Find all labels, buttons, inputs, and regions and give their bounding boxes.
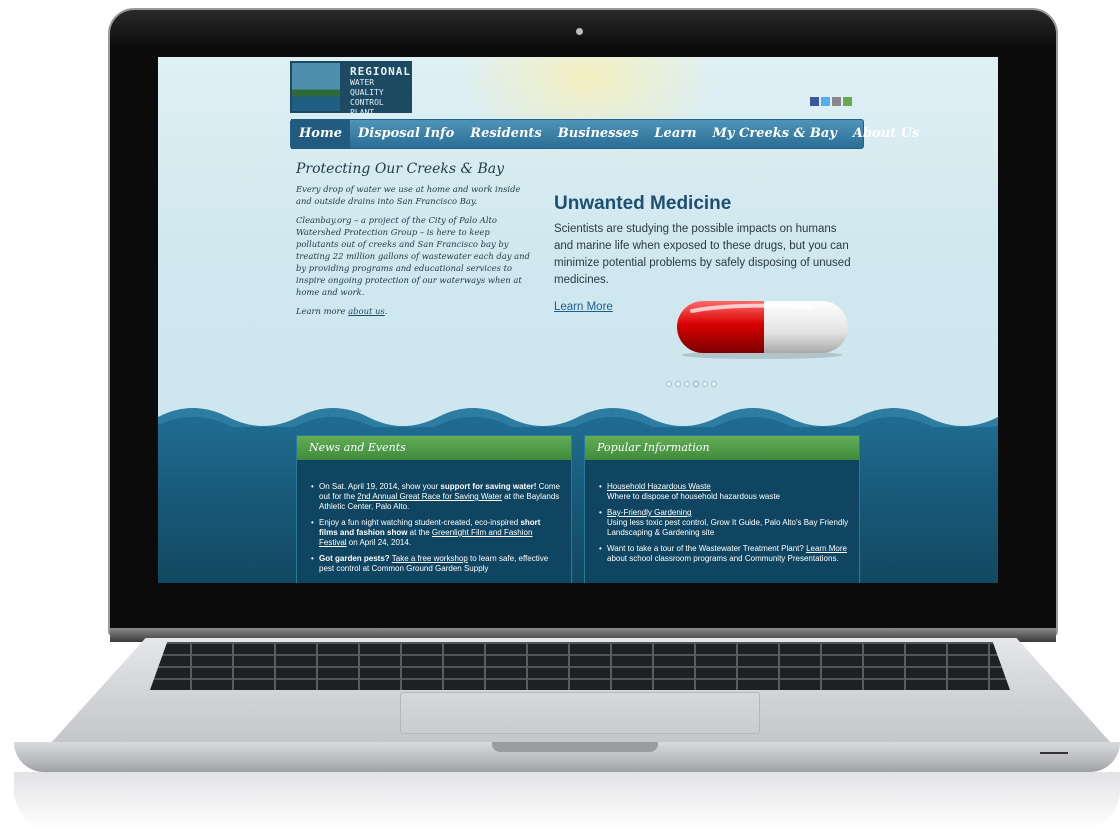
laptop-reflection xyxy=(14,772,1120,830)
slide-dot[interactable] xyxy=(684,381,690,387)
news-item: Enjoy a fun night watching student-creat… xyxy=(311,518,561,548)
news-item: On Sat. April 19, 2014, show your suppor… xyxy=(311,482,561,512)
bay-friendly-gardening-link[interactable]: Bay-Friendly Gardening xyxy=(607,508,691,517)
news-list: On Sat. April 19, 2014, show your suppor… xyxy=(297,460,571,574)
news-bold: support for saving water! xyxy=(440,482,537,491)
webcam xyxy=(576,28,583,35)
news-text: at the xyxy=(407,528,432,537)
popular-text: Where to dispose of household hazardous … xyxy=(607,492,780,501)
intro-learn-more: Learn more about us. xyxy=(296,305,532,317)
news-panel-title: News and Events xyxy=(297,436,571,460)
logo-line-2: WATER QUALITY xyxy=(350,78,384,97)
popular-text: Want to take a tour of the Wastewater Tr… xyxy=(607,544,807,553)
news-text: On Sat. April 19, 2014, show your xyxy=(319,482,441,491)
popular-text: about school classroom programs and Comm… xyxy=(607,554,839,563)
logo-line-1: REGIONAL xyxy=(350,65,411,78)
nav-my-creeks-bay[interactable]: My Creeks & Bay xyxy=(705,119,845,149)
nav-residents[interactable]: Residents xyxy=(462,119,549,149)
tour-learn-more-link[interactable]: Learn More xyxy=(806,544,847,553)
social-links xyxy=(810,97,852,106)
email-icon[interactable] xyxy=(832,97,841,106)
facebook-icon[interactable] xyxy=(810,97,819,106)
intro-paragraph-2: Cleanbay.org – a project of the City of … xyxy=(296,215,530,297)
nav-about-us[interactable]: About Us xyxy=(845,119,928,149)
nav-businesses[interactable]: Businesses xyxy=(550,119,647,149)
popular-text: Using less toxic pest control, Grow It G… xyxy=(607,518,849,537)
intro-paragraph-1: Every drop of water we use at home and w… xyxy=(296,184,521,206)
sleep-indicator xyxy=(1040,752,1068,754)
learn-more-suffix: . xyxy=(384,306,388,316)
trackpad xyxy=(400,692,760,734)
popular-information-panel: Popular Information Household Hazardous … xyxy=(584,435,860,583)
lower-section xyxy=(158,427,998,583)
slide-dot[interactable] xyxy=(711,381,717,387)
nav-home[interactable]: Home xyxy=(291,119,350,149)
news-item: Got garden pests? Take a free workshop t… xyxy=(311,554,561,574)
news-text: on April 24, 2014. xyxy=(346,538,412,547)
popular-item: Want to take a tour of the Wastewater Tr… xyxy=(599,544,849,564)
great-race-link[interactable]: 2nd Annual Great Race for Saving Water xyxy=(357,492,502,501)
popular-panel-title: Popular Information xyxy=(585,436,859,460)
main-nav: Home Disposal Info Residents Businesses … xyxy=(290,119,919,149)
slide-indicators xyxy=(666,381,717,387)
feature-learn-more-link[interactable]: Learn More xyxy=(554,301,613,313)
keyboard xyxy=(150,642,1010,690)
lid-notch xyxy=(492,742,658,752)
about-us-link[interactable]: about us xyxy=(348,306,385,316)
nav-learn[interactable]: Learn xyxy=(646,119,704,149)
intro-title: Protecting Our Creeks & Bay xyxy=(296,161,505,177)
hazardous-waste-link[interactable]: Household Hazardous Waste xyxy=(607,482,711,491)
news-bold: Got garden pests? xyxy=(319,554,390,563)
slide-dot[interactable] xyxy=(666,381,672,387)
slide-dot[interactable] xyxy=(702,381,708,387)
feature-body: Scientists are studying the possible imp… xyxy=(554,223,851,286)
news-text: Enjoy a fun night watching student-creat… xyxy=(319,518,521,527)
logo-text: REGIONAL WATER QUALITY CONTROL PLANT xyxy=(342,61,412,117)
feature-title: Unwanted Medicine xyxy=(554,193,732,214)
popular-item: Bay-Friendly GardeningUsing less toxic p… xyxy=(599,508,849,538)
slide-dot[interactable] xyxy=(675,381,681,387)
learn-more-prefix: Learn more xyxy=(296,306,349,316)
share-icon[interactable] xyxy=(843,97,852,106)
nav-disposal-info[interactable]: Disposal Info xyxy=(350,119,462,149)
logo-mark-icon xyxy=(290,61,342,113)
site-logo[interactable]: REGIONAL WATER QUALITY CONTROL PLANT xyxy=(290,61,412,117)
intro-section: Protecting Our Creeks & Bay Every drop o… xyxy=(296,161,532,324)
twitter-icon[interactable] xyxy=(821,97,830,106)
logo-line-3: CONTROL PLANT xyxy=(350,98,384,117)
popular-item: Household Hazardous WasteWhere to dispos… xyxy=(599,482,849,502)
website-screen: REGIONAL WATER QUALITY CONTROL PLANT Hom… xyxy=(158,57,998,583)
medicine-pill-image xyxy=(677,301,848,359)
popular-list: Household Hazardous WasteWhere to dispos… xyxy=(585,460,859,564)
free-workshop-link[interactable]: Take a free workshop xyxy=(392,554,468,563)
news-events-panel: News and Events On Sat. April 19, 2014, … xyxy=(296,435,572,583)
slide-dot-active[interactable] xyxy=(693,381,699,387)
